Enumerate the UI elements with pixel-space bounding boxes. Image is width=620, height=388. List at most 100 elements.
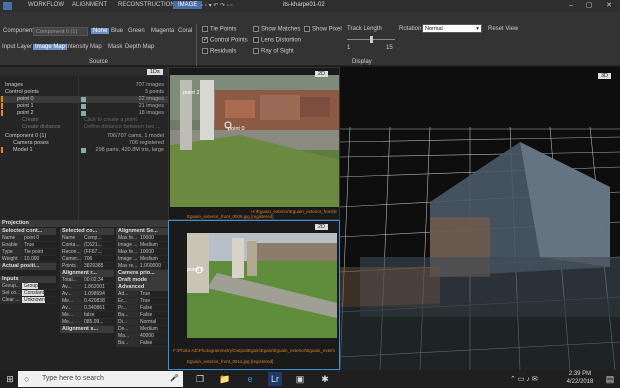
minimize-icon[interactable]: – bbox=[566, 1, 576, 11]
quick-access-icons[interactable]: ▫ ▫ ▾ ↶ ↷ ▫ ▫ bbox=[201, 2, 233, 9]
tab-image[interactable]: IMAGE bbox=[173, 1, 203, 9]
tree-row-create[interactable]: Create Click to create a point bbox=[0, 117, 168, 124]
alignment-report-title[interactable]: Alignment r... bbox=[60, 270, 114, 277]
microphone-icon[interactable]: 🎤 bbox=[170, 371, 179, 387]
reality-capture-icon[interactable]: Lr bbox=[268, 372, 282, 386]
prop-row[interactable]: Ba... False bbox=[116, 340, 168, 347]
notification-icon[interactable]: ▤ bbox=[603, 372, 617, 386]
tie-points-checkbox[interactable]: Tie Points bbox=[202, 26, 236, 33]
prop-row[interactable]: Ma... 40000 bbox=[116, 333, 168, 340]
inputs-title: Inputs bbox=[0, 276, 56, 283]
close-icon[interactable]: ✕ bbox=[604, 1, 614, 11]
tree-row-point-2[interactable]: point 2 18 images bbox=[0, 110, 168, 117]
clock-date[interactable]: 4/22/2018 bbox=[563, 379, 597, 385]
reset-view-button[interactable]: Reset View bbox=[488, 26, 518, 32]
mask-button[interactable]: Mask bbox=[108, 44, 122, 50]
prop-row[interactable]: Pr... False bbox=[116, 305, 168, 312]
tree-row-model[interactable]: Model 1 298 parts, 420.8M tris, large bbox=[0, 147, 168, 154]
tree-row-control-points[interactable]: Control points 3 points bbox=[0, 89, 168, 96]
app-window-icon[interactable]: ▣ bbox=[293, 372, 307, 386]
residuals-checkbox[interactable]: Residuals bbox=[202, 48, 236, 55]
prop-row[interactable]: Er... True bbox=[116, 298, 168, 305]
taskbar-search-input[interactable]: ○ Type here to search 🎤 bbox=[18, 371, 183, 387]
prop-row[interactable]: Di... Normal bbox=[116, 319, 168, 326]
channel-coral[interactable]: Coral bbox=[178, 28, 192, 34]
input-layer-button[interactable]: Input Layer bbox=[2, 44, 32, 50]
prop-row[interactable]: Clear ... Unknown bbox=[0, 297, 56, 304]
tab-alignment[interactable]: ALIGNMENT bbox=[72, 2, 107, 8]
prop-row[interactable]: Max re... 1.000000 bbox=[116, 263, 168, 270]
prop-row[interactable]: Weight 10.000 bbox=[0, 256, 56, 263]
windows-start-icon[interactable]: ⊞ bbox=[3, 372, 17, 386]
alignment-s-title[interactable]: Alignment s... bbox=[60, 326, 114, 333]
advanced-title[interactable]: Advanced bbox=[116, 284, 168, 291]
tree-row-point-0[interactable]: point 0 22 images bbox=[0, 96, 168, 103]
camera-prior-title[interactable]: Camera prio... bbox=[116, 270, 168, 277]
draft-mode-title[interactable]: Draft mode bbox=[116, 277, 168, 284]
rotation-select[interactable]: Normal ▾ bbox=[422, 24, 482, 33]
track-length-handle[interactable] bbox=[370, 36, 373, 43]
prop-row[interactable]: Camer... 706 bbox=[60, 256, 114, 263]
prop-row[interactable]: Type Tie point bbox=[0, 249, 56, 256]
control-points-checkbox[interactable]: Control Points bbox=[202, 37, 248, 44]
component-select[interactable]: Component 0 (1) bbox=[33, 27, 88, 36]
tab-reconstruction[interactable]: RECONSTRUCTION bbox=[118, 2, 175, 8]
clock-time[interactable]: 2:39 PM bbox=[565, 371, 595, 377]
show-matches-checkbox[interactable]: Show Matches bbox=[253, 26, 300, 33]
channel-magenta[interactable]: Magenta bbox=[151, 28, 174, 34]
prop-row[interactable]: Points 3829385 bbox=[60, 263, 114, 270]
prop-row[interactable]: Image ... Medium bbox=[116, 242, 168, 249]
prop-row[interactable]: Set co... Constant bbox=[0, 290, 56, 297]
point-cloud-render[interactable] bbox=[340, 67, 620, 370]
prop-row[interactable]: Name point 0 bbox=[0, 235, 56, 242]
system-tray-icons[interactable]: ⌃ ▭ ♪ ✉ bbox=[510, 375, 538, 383]
channel-none[interactable]: None bbox=[91, 28, 110, 34]
prop-row[interactable]: Name Comp... bbox=[60, 235, 114, 242]
selection-marker bbox=[1, 96, 3, 102]
tree-row-component[interactable]: Component 0 (1) 706/707 cams, 1 model bbox=[0, 133, 168, 140]
prop-row[interactable]: Ba... False bbox=[116, 312, 168, 319]
prop-row[interactable]: Me... 0.420838 bbox=[60, 298, 114, 305]
actual-position-title[interactable]: Actual positi... bbox=[0, 263, 56, 270]
prop-row[interactable]: Av... 1.862001 bbox=[60, 284, 114, 291]
prop-row[interactable]: Me... false bbox=[60, 312, 114, 319]
prop-row[interactable]: Av... 0.340861 bbox=[60, 305, 114, 312]
prop-row[interactable]: Max fe... 10000 bbox=[116, 235, 168, 242]
tree-row-images[interactable]: Images 707 images bbox=[0, 82, 168, 89]
file-explorer-icon[interactable]: 📁 bbox=[218, 372, 232, 386]
projection-header[interactable]: Projection bbox=[0, 220, 168, 227]
maximize-icon[interactable]: ▢ bbox=[584, 1, 594, 11]
3d-view[interactable]: 3D bbox=[340, 67, 620, 370]
prop-row[interactable]: Total... 00:02:34 bbox=[60, 277, 114, 284]
prop-row[interactable]: Max fe... 10000 bbox=[116, 249, 168, 256]
project-tree-panel: 1Ds Images 707 images Control points 3 p… bbox=[0, 67, 168, 220]
image-filename-top: Eguain_exterior_front_0006.jpg [register… bbox=[187, 214, 274, 219]
prop-row[interactable]: Enable True bbox=[0, 242, 56, 249]
prop-row[interactable]: Recon... (FF67... bbox=[60, 249, 114, 256]
tree-row-point-1[interactable]: point 1 21 images bbox=[0, 103, 168, 110]
lens-distortion-checkbox[interactable]: Lens Distortion bbox=[253, 37, 301, 44]
tree-row-camera-poses[interactable]: Camera poses 706 registered bbox=[0, 140, 168, 147]
task-view-icon[interactable]: ❐ bbox=[193, 372, 207, 386]
prop-row[interactable]: Group... Group bbox=[0, 283, 56, 290]
channel-blue[interactable]: Blue bbox=[111, 28, 123, 34]
photo-bottom[interactable] bbox=[187, 233, 337, 338]
prop-row[interactable]: Conta... (C621... bbox=[60, 242, 114, 249]
image-map-button[interactable]: Image Map bbox=[33, 44, 68, 50]
prop-row[interactable]: Av... 1.098994 bbox=[60, 291, 114, 298]
image-view-top[interactable]: point 2 point 0 2D H:\Eguain_exterior\Eg… bbox=[168, 67, 340, 220]
prop-row[interactable]: Me... 085.09... bbox=[60, 319, 114, 326]
show-pixel-checkbox[interactable]: Show Pixel bbox=[304, 26, 342, 33]
channel-green[interactable]: Green bbox=[128, 28, 145, 34]
image-view-bottom[interactable]: point 0 2D F:\Photo-AE\Photogrammetry\Ou… bbox=[168, 220, 340, 370]
intensity-map-button[interactable]: Intensity Map bbox=[66, 44, 102, 50]
ray-of-sight-checkbox[interactable]: Ray of Sight bbox=[253, 48, 294, 55]
edge-browser-icon[interactable]: e bbox=[243, 372, 257, 386]
depth-map-button[interactable]: Depth Map bbox=[125, 44, 154, 50]
tree-row-create-distance[interactable]: Create distance Define distance between … bbox=[0, 124, 168, 131]
prop-row[interactable]: De... Medium bbox=[116, 326, 168, 333]
prop-row[interactable]: Image ... Medium bbox=[116, 256, 168, 263]
settings-gear-icon[interactable]: ✱ bbox=[318, 372, 332, 386]
tab-workflow[interactable]: WORKFLOW bbox=[28, 2, 64, 8]
prop-row[interactable]: Ad... True bbox=[116, 291, 168, 298]
